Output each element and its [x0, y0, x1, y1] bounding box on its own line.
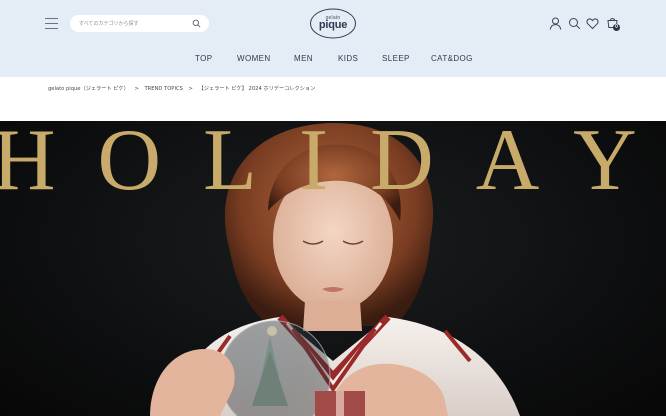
heart-icon[interactable]	[586, 17, 599, 30]
breadcrumb-trend-topics[interactable]: TREND TOPICS	[144, 86, 182, 92]
breadcrumb-home[interactable]: gelato pique（ジェラート ピケ）	[48, 86, 129, 92]
search-box[interactable]	[70, 15, 209, 32]
breadcrumb-separator: >	[188, 86, 193, 92]
nav-item-sleep[interactable]: SLEEP	[382, 54, 410, 63]
nav-item-men[interactable]: MEN	[294, 54, 313, 63]
menu-icon[interactable]	[45, 17, 59, 29]
search-icon[interactable]	[192, 19, 201, 28]
breadcrumb: gelato pique（ジェラート ピケ） > TREND TOPICS > …	[48, 85, 315, 95]
nav-item-catdog[interactable]: CAT&DOG	[431, 54, 473, 63]
nav-item-women[interactable]: WOMEN	[237, 54, 271, 63]
breadcrumb-separator: >	[134, 86, 139, 92]
user-icon[interactable]	[549, 17, 562, 30]
nav-item-kids[interactable]: KIDS	[338, 54, 358, 63]
hero-banner[interactable]: HOLIDAY	[0, 121, 666, 416]
search-input[interactable]	[79, 15, 189, 32]
main-nav: TOP WOMEN MEN KIDS SLEEP CAT&DOG	[0, 54, 666, 68]
breadcrumb-current: 【ジェラート ピケ】 2024 ホリデーコレクション	[198, 86, 316, 92]
brand-logo[interactable]: gelato pique	[309, 8, 357, 39]
logo-main-text: pique	[318, 19, 348, 31]
cart-count-badge: 0	[613, 24, 620, 31]
site-header: gelato pique 0 TOP WOMEN MEN KIDS SLEEP …	[0, 0, 666, 77]
search-icon[interactable]	[568, 17, 581, 30]
nav-item-top[interactable]: TOP	[195, 54, 213, 63]
hero-title: HOLIDAY	[0, 121, 666, 209]
